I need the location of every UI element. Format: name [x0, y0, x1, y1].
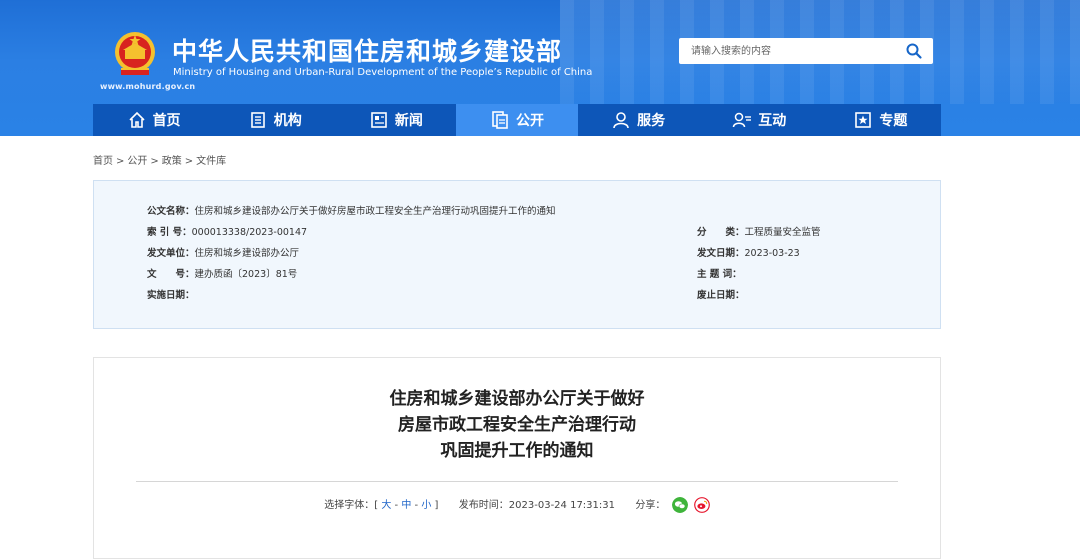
- interaction-icon: [733, 112, 752, 128]
- topic-icon: [855, 112, 872, 128]
- effective-date-label: 实施日期：: [147, 290, 195, 301]
- index-value: 000013338/2023-00147: [191, 227, 308, 238]
- keywords-label: 主 题 词：: [697, 269, 742, 280]
- effective-date-row: 实施日期：: [147, 287, 195, 301]
- issuer-value: 住房和城乡建设部办公厅: [194, 248, 300, 259]
- article-title-line: 房屋市政工程安全生产治理行动: [398, 415, 636, 435]
- nav-item-news[interactable]: 新闻: [335, 104, 456, 136]
- breadcrumb-home[interactable]: 首页: [93, 156, 113, 167]
- expiry-date-label: 废止日期：: [697, 290, 745, 301]
- weibo-icon[interactable]: [693, 497, 710, 513]
- issue-date-row: 发文日期：2023-03-23: [697, 245, 800, 259]
- publish-time-value: 2023-03-24 17:31:31: [508, 500, 615, 511]
- nav-label: 新闻: [394, 113, 423, 129]
- doc-name-row: 公文名称：住房和城乡建设部办公厅关于做好房屋市政工程安全生产治理行动巩固提升工作…: [147, 203, 556, 217]
- doc-number-row: 文 号：建办质函〔2023〕81号: [147, 266, 297, 280]
- font-large-link[interactable]: 大: [381, 500, 391, 511]
- article-panel: 住房和城乡建设部办公厅关于做好 房屋市政工程安全生产治理行动 巩固提升工作的通知…: [93, 357, 941, 559]
- font-size-label: 选择字体：[: [324, 500, 379, 511]
- font-size-close: ]: [434, 500, 439, 511]
- article-meta: 选择字体：[ 大 - 中 - 小 ] 发布时间：2023-03-24 17:31…: [94, 496, 940, 513]
- article-title-line: 住房和城乡建设部办公厅关于做好: [389, 389, 645, 409]
- document-info-box: 公文名称：住房和城乡建设部办公厅关于做好房屋市政工程安全生产治理行动巩固提升工作…: [93, 180, 941, 329]
- document-icon: [492, 111, 508, 129]
- category-value: 工程质量安全监管: [744, 227, 821, 238]
- title-divider: [136, 481, 898, 482]
- breadcrumb-policy[interactable]: 政策: [162, 156, 182, 167]
- site-title[interactable]: 中华人民共和国住房和城乡建设部: [172, 32, 562, 68]
- breadcrumb: 首页 > 公开 > 政策 > 文件库: [93, 152, 226, 167]
- nav-item-topic[interactable]: 专题: [820, 104, 941, 136]
- breadcrumb-file-library[interactable]: 文件库: [196, 156, 226, 167]
- nav-item-interaction[interactable]: 互动: [699, 104, 820, 136]
- issue-date-value: 2023-03-23: [744, 248, 800, 259]
- news-icon: [371, 112, 387, 128]
- site-header: www.mohurd.gov.cn 中华人民共和国住房和城乡建设部 Minist…: [0, 0, 1080, 136]
- nav-item-home[interactable]: 首页: [93, 104, 214, 136]
- nav-item-service[interactable]: 服务: [578, 104, 699, 136]
- issuer-label: 发文单位：: [147, 248, 195, 259]
- search-input[interactable]: [679, 38, 895, 64]
- doc-name-label: 公文名称：: [147, 206, 195, 217]
- issuer-row: 发文单位：住房和城乡建设部办公厅: [147, 245, 299, 259]
- font-dash: -: [394, 500, 399, 511]
- nav-label: 互动: [758, 113, 787, 129]
- expiry-date-row: 废止日期：: [697, 287, 745, 301]
- article-title-line: 巩固提升工作的通知: [440, 441, 594, 461]
- breadcrumb-separator: >: [150, 156, 159, 167]
- nav-label: 公开: [515, 113, 544, 129]
- font-dash: -: [414, 500, 419, 511]
- category-row: 分 类：工程质量安全监管: [697, 224, 821, 238]
- nav-label: 专题: [879, 113, 908, 129]
- building-icon: [250, 112, 265, 128]
- font-small-link[interactable]: 小: [421, 500, 431, 511]
- publish-time-label: 发布时间：: [458, 500, 509, 511]
- doc-name-value: 住房和城乡建设部办公厅关于做好房屋市政工程安全生产治理行动巩固提升工作的通知: [194, 206, 556, 217]
- national-emblem-icon[interactable]: [112, 30, 158, 78]
- breadcrumb-open[interactable]: 公开: [127, 156, 147, 167]
- issue-date-label: 发文日期：: [697, 248, 745, 259]
- category-label: 分 类：: [697, 227, 745, 238]
- nav-item-institution[interactable]: 机构: [214, 104, 335, 136]
- nav-label: 服务: [637, 113, 666, 129]
- site-subtitle: Ministry of Housing and Urban-Rural Deve…: [173, 67, 593, 78]
- site-url: www.mohurd.gov.cn: [100, 82, 196, 91]
- home-icon: [128, 111, 145, 128]
- wechat-icon[interactable]: [671, 497, 688, 513]
- font-medium-link[interactable]: 中: [401, 500, 411, 511]
- share-label: 分享：: [635, 500, 666, 511]
- doc-number-value: 建办质函〔2023〕81号: [194, 269, 298, 280]
- user-service-icon: [613, 112, 629, 129]
- breadcrumb-separator: >: [116, 156, 125, 167]
- index-label: 索 引 号：: [147, 227, 192, 238]
- search-icon[interactable]: [905, 42, 923, 60]
- doc-number-label: 文 号：: [147, 269, 195, 280]
- nav-item-open[interactable]: 公开: [456, 104, 578, 136]
- search-box: [679, 38, 933, 64]
- index-row: 索 引 号：000013338/2023-00147: [147, 224, 307, 238]
- nav-label: 机构: [273, 113, 302, 129]
- main-nav: 首页 机构 新闻 公开 服务 互动 专题: [93, 104, 941, 136]
- breadcrumb-separator: >: [184, 156, 194, 167]
- nav-label: 首页: [152, 113, 181, 129]
- keywords-row: 主 题 词：: [697, 266, 742, 280]
- article-title: 住房和城乡建设部办公厅关于做好 房屋市政工程安全生产治理行动 巩固提升工作的通知: [94, 386, 940, 464]
